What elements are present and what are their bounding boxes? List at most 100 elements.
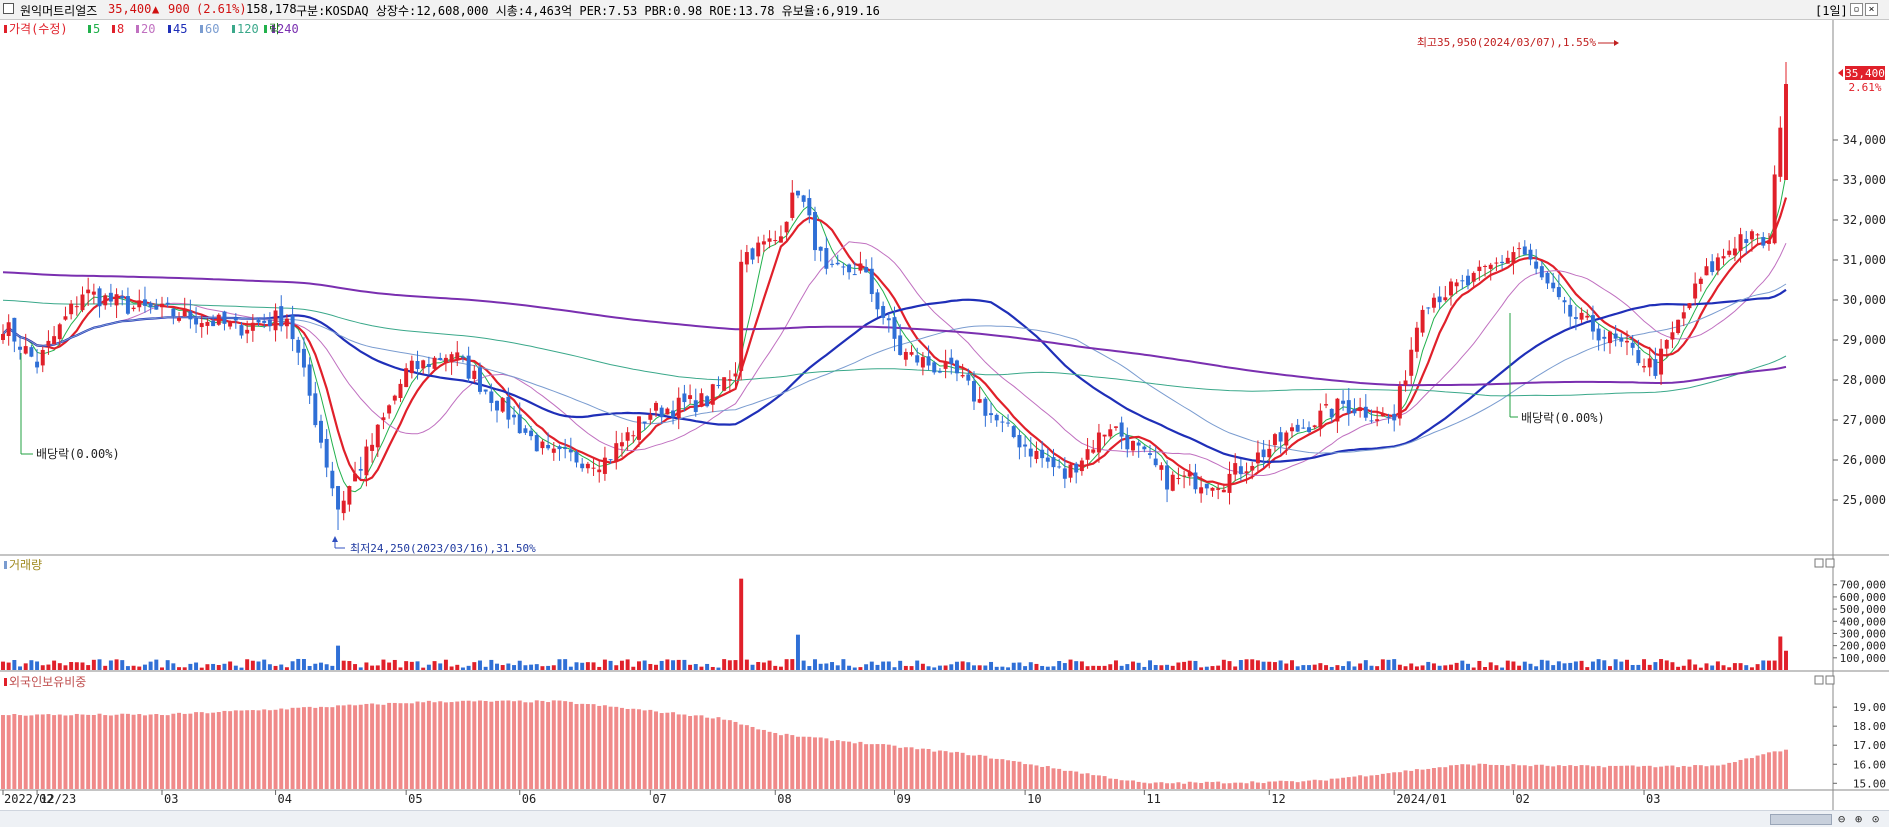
zoom-in-icon[interactable]: ⊕ [1855,812,1862,826]
volume-bar [1710,665,1715,670]
volume-bar [614,665,619,670]
volume-bar [108,660,113,670]
foreign-bar [239,710,244,789]
panel-close-icon[interactable] [1825,675,1835,685]
chart-scrollbar[interactable]: ⊖ ⊕ ⊙ [0,810,1889,827]
foreign-bar [903,747,908,789]
candle-body [69,303,74,315]
candle-body [1579,312,1584,320]
candle-body [194,318,199,325]
candle-body [165,302,170,305]
volume-bar [46,664,51,670]
foreign-bar [1653,767,1658,789]
candle-body [1176,477,1181,480]
volume-bar [1676,666,1681,670]
foreign-bar [1040,766,1045,789]
candle-body [733,373,738,377]
foreign-bar [693,715,698,789]
candle-body [568,449,573,453]
foreign-bar [1749,758,1754,789]
volume-bar [1681,665,1686,670]
foreign-bar [35,714,40,789]
candle-body [1079,460,1084,472]
volume-bar [63,665,68,670]
foreign-bar [614,706,619,789]
foreign-bar [710,718,715,789]
foreign-bar [477,700,482,789]
volume-bar [972,665,976,670]
foreign-bar [705,717,710,789]
volume-bar [705,663,710,670]
candle-body [120,295,125,299]
volume-bar [989,661,994,670]
candle-body [881,306,886,318]
panel-minimize-icon[interactable] [1814,558,1824,568]
foreign-bar [1613,765,1618,789]
foreign-bar [1687,766,1692,789]
volume-bar [205,664,210,670]
candle-body [495,400,499,411]
foreign-bar [636,709,641,789]
foreign-bar [546,702,551,789]
candle-body [1647,358,1652,368]
candle-body [330,470,335,489]
candle-body [648,414,653,420]
foreign-bar [1380,773,1385,789]
foreign-bar [1238,782,1243,789]
y-tick-label: 30,000 [1843,293,1886,307]
volume-bar [1369,665,1374,670]
foreign-bar [1045,766,1050,789]
candle-body [847,264,852,273]
foreign-bar [534,700,539,789]
foreign-bar [1335,778,1340,789]
foreign-tick-label: 19.00 [1853,701,1886,714]
candle-body [983,398,988,416]
candle-body [40,349,45,366]
candle-body [154,305,159,310]
volume-bar [506,663,511,670]
volume-bar [97,659,102,670]
candle-body [534,435,539,452]
volume-bar [239,667,244,670]
foreign-bar [1369,775,1374,789]
foreign-bar [1710,765,1715,789]
volume-bar [35,661,40,670]
foreign-bar [1460,764,1465,789]
scrollbar-thumb[interactable] [1770,814,1832,825]
foreign-bar [972,755,976,789]
candle-body [659,407,664,418]
candle-body [1290,427,1294,432]
zoom-reset-icon[interactable]: ⊙ [1872,812,1879,826]
foreign-bar [1346,777,1351,789]
foreign-bar [864,744,869,789]
legend-swatch [88,25,91,33]
volume-bar [1318,663,1323,670]
volume-bar [1511,661,1516,670]
stock-chart[interactable]: 가격(수정) 5 8 20 45 60 120 240 락 거래량 외국인보유비중 25,0… [0,0,1889,810]
foreign-bar [1199,782,1204,789]
panel-minimize-icon[interactable] [1814,675,1824,685]
foreign-bar [983,755,988,789]
volume-bar [1312,664,1317,670]
candle-body [1307,427,1312,432]
panel-close-icon[interactable] [1825,558,1835,568]
foreign-bar [1602,767,1607,789]
foreign-bar [608,706,613,789]
volume-bar [404,661,409,670]
candle-body [1301,427,1306,429]
foreign-bar [1647,765,1652,789]
x-tick-label: 09 [897,792,911,806]
foreign-bar [682,714,687,789]
candle-body [1670,332,1675,340]
candle-body [1062,468,1067,479]
foreign-bar [517,700,522,789]
volume-bar [472,662,477,670]
candle-body [1596,328,1601,341]
high-annotation: 최고35,950(2024/03/07),1.55% [1417,36,1619,49]
legend-ma-20: 20 [141,22,155,36]
zoom-out-icon[interactable]: ⊖ [1838,812,1845,826]
candle-body [188,311,193,320]
foreign-bar [108,715,113,789]
candle-body [1006,422,1011,424]
volume-bar [671,660,676,670]
